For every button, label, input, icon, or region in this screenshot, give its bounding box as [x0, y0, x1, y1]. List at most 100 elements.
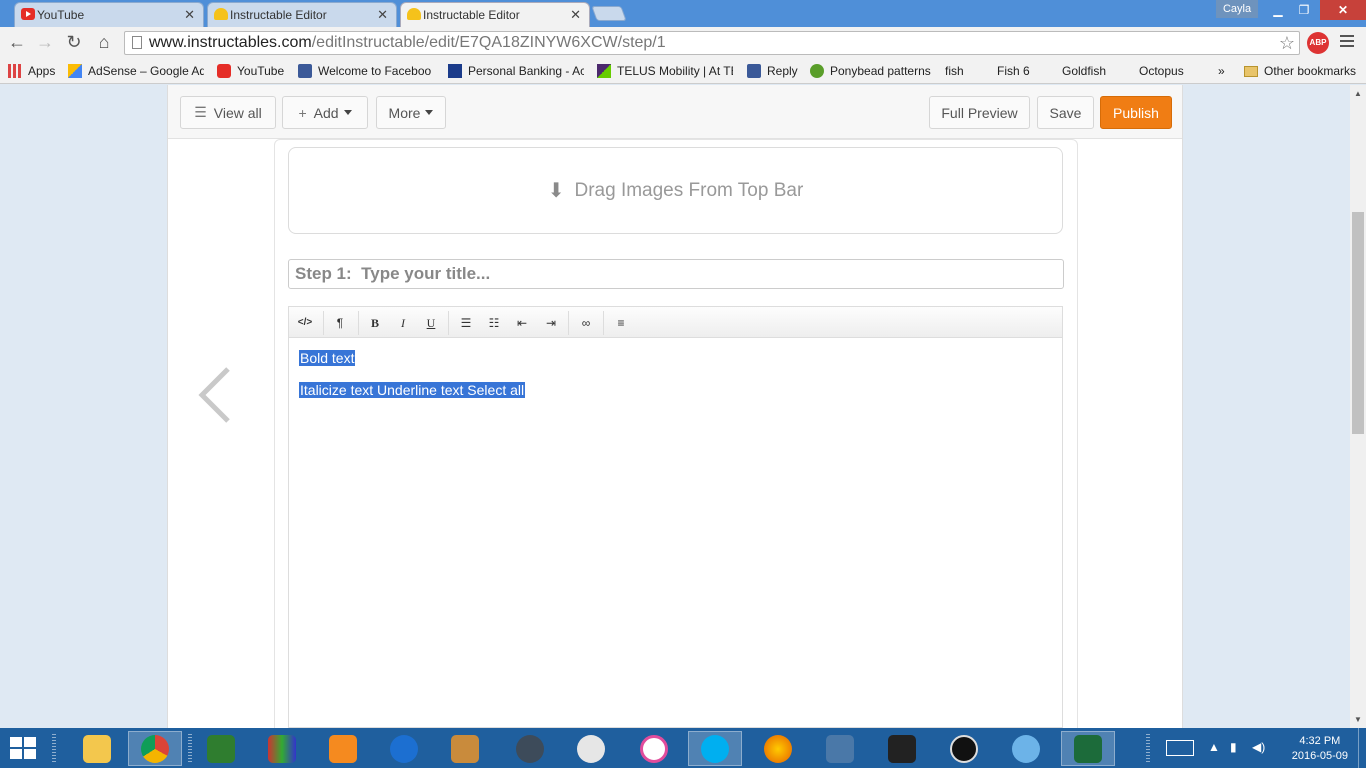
skype-icon[interactable]: [688, 731, 742, 766]
toolbar-divider: [448, 311, 449, 335]
ponybead-icon: [810, 64, 824, 78]
remote-desktop-icon[interactable]: [813, 731, 867, 766]
indent-icon[interactable]: ⇥: [540, 313, 562, 333]
adblock-plus-icon[interactable]: ABP: [1307, 32, 1329, 54]
video-editor-icon[interactable]: [503, 731, 557, 766]
view-all-label: View all: [213, 104, 262, 121]
bookmark-apps[interactable]: Apps: [8, 62, 55, 80]
bookmark-reply[interactable]: Reply: [747, 62, 798, 80]
address-bar[interactable]: www.instructables.com/editInstructable/e…: [124, 31, 1300, 55]
tab-youtube[interactable]: YouTube ✕: [14, 2, 204, 27]
bookmark-label: Reply: [767, 64, 798, 78]
paragraph-format-button[interactable]: ¶: [329, 313, 351, 333]
profile-button[interactable]: Cayla: [1216, 0, 1258, 18]
windows-start-icon[interactable]: [10, 737, 38, 761]
bookmark-star-icon[interactable]: ☆: [1279, 32, 1295, 54]
chrome-icon[interactable]: [128, 731, 182, 766]
publish-button[interactable]: Publish: [1100, 96, 1172, 129]
game-icon[interactable]: [438, 731, 492, 766]
tab-instructable-editor-1[interactable]: Instructable Editor ✕: [207, 2, 397, 27]
step-body-editor[interactable]: Bold text Italicize text Underline text …: [288, 338, 1063, 728]
page-scrollbar[interactable]: ▲ ▼: [1350, 85, 1366, 728]
view-all-button[interactable]: ☰ View all: [180, 96, 276, 129]
other-bookmarks-folder[interactable]: Other bookmarks: [1244, 62, 1356, 80]
numbered-list-icon[interactable]: ☷: [483, 313, 505, 333]
close-tab-icon[interactable]: ✕: [570, 7, 581, 23]
bulleted-list-icon[interactable]: ☰: [455, 313, 477, 333]
forward-icon[interactable]: →: [34, 31, 56, 53]
clock-time: 4:32 PM: [1299, 735, 1341, 747]
wondershare-icon[interactable]: [194, 731, 248, 766]
arrow-down-icon: ⬇: [547, 180, 565, 202]
back-icon[interactable]: ←: [6, 31, 28, 53]
bookmark-label: Other bookmarks: [1264, 64, 1357, 78]
firefox-icon[interactable]: [751, 731, 805, 766]
underline-button[interactable]: U: [420, 313, 442, 333]
winrar-icon[interactable]: [255, 731, 309, 766]
safari-icon[interactable]: [999, 731, 1053, 766]
italic-button[interactable]: I: [392, 313, 414, 333]
show-hidden-icons-icon[interactable]: ▲: [1208, 740, 1220, 754]
url-host: www.instructables.com: [149, 34, 312, 51]
malwarebytes-icon[interactable]: [377, 731, 431, 766]
bookmark-fish-6[interactable]: Fish 6: [997, 62, 1030, 80]
folder-icon: [1244, 65, 1258, 77]
scrollbar-thumb[interactable]: [1352, 212, 1364, 434]
keyboard-icon[interactable]: [1166, 740, 1194, 756]
bookmark-facebook[interactable]: Welcome to Faceboo: [298, 62, 434, 80]
taskbar-clock[interactable]: 4:32 PM 2016-05-09: [1292, 734, 1348, 764]
bookmark-personal-banking[interactable]: Personal Banking - Ac: [448, 62, 584, 80]
outdent-icon[interactable]: ⇤: [511, 313, 533, 333]
image-dropzone[interactable]: ⬇ Drag Images From Top Bar: [288, 147, 1063, 234]
new-tab-button[interactable]: [591, 6, 627, 21]
show-desktop-button[interactable]: [1358, 728, 1366, 768]
media-play-icon[interactable]: [937, 731, 991, 766]
bookmark-label: Octopus: [1139, 64, 1184, 78]
dropzone-label: Drag Images From Top Bar: [574, 179, 804, 201]
minimize-icon[interactable]: ▁: [1265, 0, 1291, 20]
media-player-icon[interactable]: [316, 731, 370, 766]
bookmark-label: Ponybead patterns: [830, 64, 931, 78]
chrome-menu-icon[interactable]: [1340, 35, 1354, 50]
full-preview-button[interactable]: Full Preview: [929, 96, 1030, 129]
youtube-icon: [21, 8, 35, 20]
bookmark-ponybead[interactable]: Ponybead patterns: [810, 62, 931, 80]
youtube-icon: [217, 64, 231, 78]
step-title-input[interactable]: [288, 259, 1064, 289]
bookmark-octopus[interactable]: Octopus: [1139, 62, 1184, 80]
scroll-up-icon[interactable]: ▲: [1354, 89, 1362, 98]
add-button[interactable]: + Add: [282, 96, 368, 129]
tab-instructable-editor-2[interactable]: Instructable Editor ✕: [400, 2, 590, 27]
restore-icon[interactable]: ❐: [1291, 0, 1317, 20]
bold-button[interactable]: B: [364, 313, 386, 333]
windows-taskbar: ▲ ▮ ◀) 4:32 PM 2016-05-09: [0, 728, 1366, 768]
close-window-icon[interactable]: ✕: [1320, 0, 1366, 20]
bookmark-telus[interactable]: TELUS Mobility | At TE: [597, 62, 733, 80]
hat-app-icon[interactable]: [875, 731, 929, 766]
scroll-down-icon[interactable]: ▼: [1354, 715, 1362, 724]
source-code-button[interactable]: </>: [294, 313, 316, 333]
more-bookmarks-button[interactable]: »: [1218, 62, 1225, 80]
bookmark-fish[interactable]: fish: [945, 62, 964, 80]
align-left-icon[interactable]: ≡: [610, 313, 632, 333]
bookmark-youtube[interactable]: YouTube: [217, 62, 284, 80]
volume-icon[interactable]: ◀): [1252, 740, 1265, 754]
link-icon[interactable]: ∞: [575, 313, 597, 333]
previous-step-icon[interactable]: [196, 365, 236, 425]
file-explorer-icon[interactable]: [70, 731, 124, 766]
close-tab-icon[interactable]: ✕: [377, 7, 388, 23]
bookmark-goldfish[interactable]: Goldfish: [1062, 62, 1106, 80]
bookmark-label: TELUS Mobility | At TE: [617, 64, 733, 78]
more-button[interactable]: More: [376, 96, 446, 129]
network-signal-icon[interactable]: ▮: [1230, 740, 1237, 754]
save-button[interactable]: Save: [1037, 96, 1094, 129]
close-tab-icon[interactable]: ✕: [184, 7, 195, 23]
selected-text: Bold text: [299, 350, 356, 366]
home-icon[interactable]: ⌂: [93, 31, 115, 53]
itunes-icon[interactable]: [627, 731, 681, 766]
bookmark-adsense[interactable]: AdSense – Google Ad: [68, 62, 204, 80]
url-path: /editInstructable/edit/E7QA18ZINYW6XCW/s…: [311, 34, 666, 51]
solitaire-icon[interactable]: [1061, 731, 1115, 766]
webcam-icon[interactable]: [564, 731, 618, 766]
reload-icon[interactable]: ↻: [63, 31, 85, 53]
